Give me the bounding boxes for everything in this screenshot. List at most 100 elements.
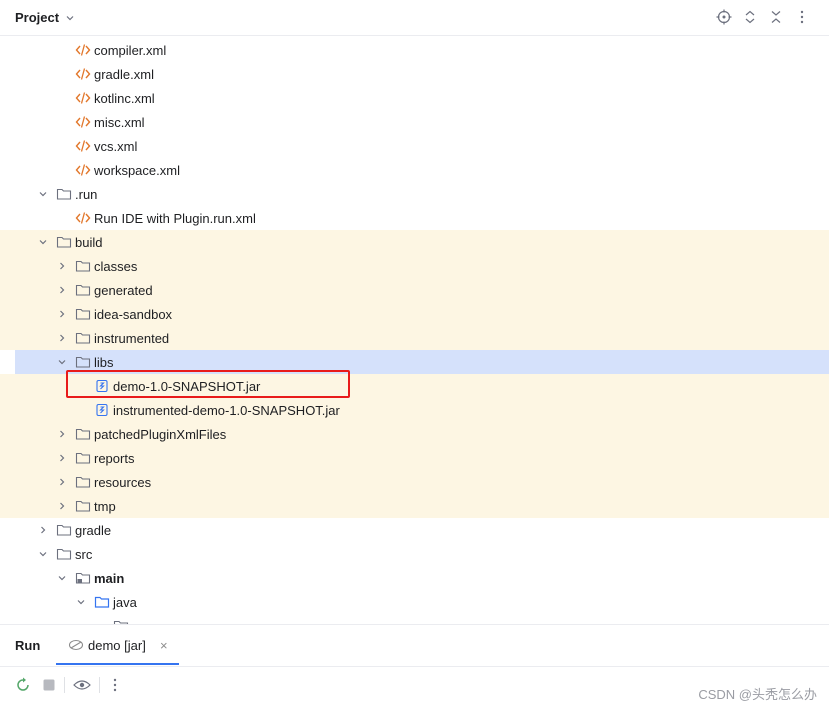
- tree-item-label: generated: [94, 282, 153, 298]
- run-tool-window-header: Run demo [jar] ×: [0, 624, 829, 666]
- folder-icon: [75, 306, 91, 322]
- tree-item-label: main: [94, 570, 125, 586]
- tree-item-label: instrumented-demo-1.0-SNAPSHOT.jar: [113, 402, 340, 418]
- folder-icon: [75, 258, 91, 274]
- tree-item-vcs-xml[interactable]: vcs.xml: [0, 134, 829, 158]
- folder-icon: [75, 282, 91, 298]
- xml-file-icon: [75, 42, 91, 58]
- tree-item-workspace-xml[interactable]: workspace.xml: [0, 158, 829, 182]
- tree-item-patchedpluginxmlfiles[interactable]: patchedPluginXmlFiles: [0, 422, 829, 446]
- chevron-right-icon[interactable]: [56, 500, 68, 512]
- tree-item-generated[interactable]: generated: [0, 278, 829, 302]
- tree-item-run-ide-with-plugin-run-xml[interactable]: Run IDE with Plugin.run.xml: [0, 206, 829, 230]
- chevron-right-icon[interactable]: [56, 308, 68, 320]
- folder-icon: [75, 426, 91, 442]
- chevron-down-icon[interactable]: [75, 596, 87, 608]
- tree-item-label: instrumented: [94, 330, 170, 346]
- chevron-right-icon[interactable]: [56, 452, 68, 464]
- tree-item-label: compiler.xml: [94, 42, 167, 58]
- more-options-icon[interactable]: [106, 676, 124, 694]
- folder-icon: [56, 186, 72, 202]
- rerun-icon[interactable]: [14, 676, 32, 694]
- folder-icon: [56, 546, 72, 562]
- tree-item-misc-xml[interactable]: misc.xml: [0, 110, 829, 134]
- tree-item-gradle[interactable]: gradle: [0, 518, 829, 542]
- tree-item-label: patchedPluginXmlFiles: [94, 426, 227, 442]
- folder-icon: [75, 474, 91, 490]
- tree-item-reports[interactable]: reports: [0, 446, 829, 470]
- project-tool-window-header: Project: [0, 0, 829, 36]
- xml-file-icon: [75, 210, 91, 226]
- tree-item-resources[interactable]: resources: [0, 470, 829, 494]
- tree-item-label: kotlinc.xml: [94, 90, 155, 106]
- tree-item-label: resources: [94, 474, 152, 490]
- chevron-down-icon[interactable]: [65, 13, 75, 23]
- tree-item-instrumented-demo-1-0-snapshot-jar[interactable]: instrumented-demo-1.0-SNAPSHOT.jar: [0, 398, 829, 422]
- tree-item-label: tmp: [94, 498, 116, 514]
- xml-file-icon: [75, 66, 91, 82]
- xml-file-icon: [75, 114, 91, 130]
- tree-item-idea-sandbox[interactable]: idea-sandbox: [0, 302, 829, 326]
- folder-icon: [56, 522, 72, 538]
- xml-file-icon: [75, 138, 91, 154]
- more-options-icon[interactable]: [793, 8, 811, 26]
- tree-item-label: .run: [75, 186, 98, 202]
- tree-item-build[interactable]: build: [0, 230, 829, 254]
- xml-file-icon: [75, 90, 91, 106]
- tree-item-label: idea-sandbox: [94, 306, 173, 322]
- folder-icon: [75, 450, 91, 466]
- jar-run-config-icon: [68, 638, 84, 655]
- tree-item-label: reports: [94, 450, 135, 466]
- tree-item-label: libs: [94, 354, 114, 370]
- tree-item-classes[interactable]: classes: [0, 254, 829, 278]
- chevron-down-icon[interactable]: [37, 188, 49, 200]
- folder-icon: [75, 330, 91, 346]
- watermark: CSDN @头秃怎么办: [698, 687, 817, 702]
- chevron-right-icon[interactable]: [56, 284, 68, 296]
- collapse-all-icon[interactable]: [767, 8, 785, 26]
- run-tab-label: demo [jar]: [88, 638, 146, 653]
- tree-item-label: java: [113, 594, 137, 610]
- chevron-down-icon[interactable]: [37, 236, 49, 248]
- close-tab-icon[interactable]: ×: [160, 638, 168, 653]
- chevron-down-icon[interactable]: [37, 548, 49, 560]
- chevron-down-icon[interactable]: [56, 572, 68, 584]
- jar-file-icon: [94, 402, 110, 418]
- tree-item-label: misc.xml: [94, 114, 145, 130]
- xml-file-icon: [75, 162, 91, 178]
- tree-item-label: vcs.xml: [94, 138, 138, 154]
- chevron-right-icon[interactable]: [56, 476, 68, 488]
- tree-item-tmp[interactable]: tmp: [0, 494, 829, 518]
- tree-item-main[interactable]: main: [0, 566, 829, 590]
- chevron-right-icon[interactable]: [56, 428, 68, 440]
- source-root-folder-icon: [75, 570, 91, 586]
- stop-icon[interactable]: [40, 676, 58, 694]
- run-panel-title: Run: [15, 638, 41, 653]
- chevron-right-icon[interactable]: [56, 332, 68, 344]
- tree-item-gradle-xml[interactable]: gradle.xml: [0, 62, 829, 86]
- tree-item-java[interactable]: java: [0, 590, 829, 614]
- expand-all-icon[interactable]: [741, 8, 759, 26]
- tree-item-run[interactable]: .run: [0, 182, 829, 206]
- folder-icon: [75, 498, 91, 514]
- header-actions: [715, 8, 811, 26]
- chevron-right-icon[interactable]: [37, 524, 49, 536]
- tree-item-label: gradle.xml: [94, 66, 154, 82]
- tree-item-instrumented[interactable]: instrumented: [0, 326, 829, 350]
- annotation-highlight-box: [66, 370, 350, 398]
- tree-item-src[interactable]: src: [0, 542, 829, 566]
- tree-item-kotlinc-xml[interactable]: kotlinc.xml: [0, 86, 829, 110]
- locate-icon[interactable]: [715, 8, 733, 26]
- tree-item-label: classes: [94, 258, 138, 274]
- tree-item-label: gradle: [75, 522, 112, 538]
- view-options-icon[interactable]: [73, 676, 91, 694]
- java-source-folder-icon: [94, 594, 110, 610]
- folder-icon: [56, 234, 72, 250]
- chevron-right-icon[interactable]: [56, 260, 68, 272]
- toolbar-separator: [64, 677, 65, 693]
- project-view-title[interactable]: Project: [15, 10, 59, 25]
- tree-item-folder[interactable]: [0, 614, 829, 624]
- chevron-down-icon[interactable]: [56, 356, 68, 368]
- tree-item-compiler-xml[interactable]: compiler.xml: [0, 38, 829, 62]
- run-tab-demo-jar[interactable]: demo [jar] ×: [56, 625, 179, 665]
